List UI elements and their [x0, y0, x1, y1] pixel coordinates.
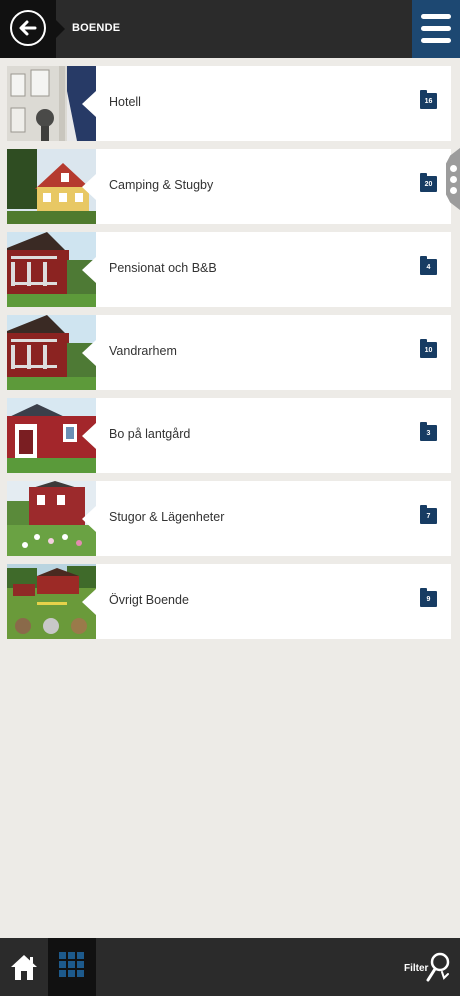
category-list: Hotell 16 Camping & Stugby 20 Pensionat … — [7, 66, 451, 647]
list-item-label: Bo på lantgård — [109, 427, 191, 441]
folder-icon: 16 — [420, 90, 437, 110]
list-item-ovrigt-boende[interactable]: Övrigt Boende 9 — [7, 564, 451, 639]
count-badge: 4 — [420, 259, 437, 275]
count-badge: 7 — [420, 508, 437, 524]
folder-icon: 4 — [420, 256, 437, 276]
folder-icon: 20 — [420, 173, 437, 193]
list-item-label: Övrigt Boende — [109, 593, 189, 607]
count-badge: 16 — [420, 93, 437, 109]
list-item-bo-pa-lantgard[interactable]: Bo på lantgård 3 — [7, 398, 451, 473]
count-badge: 20 — [420, 176, 437, 192]
home-button[interactable] — [0, 938, 48, 996]
grid-view-button[interactable] — [48, 938, 96, 996]
list-item-stugor-lagenheter[interactable]: Stugor & Lägenheter 7 — [7, 481, 451, 556]
list-item-label: Camping & Stugby — [109, 178, 214, 192]
page-title: BOENDE — [72, 22, 121, 34]
home-icon — [11, 955, 37, 980]
list-item-label: Stugor & Lägenheter — [109, 510, 225, 524]
list-item-label: Pensionat och B&B — [109, 261, 217, 275]
header-notch — [56, 20, 65, 38]
list-item-label: Hotell — [109, 95, 141, 109]
list-item-hotell[interactable]: Hotell 16 — [7, 66, 451, 141]
folder-icon: 9 — [420, 588, 437, 608]
top-bar: BOENDE — [0, 0, 460, 58]
bottom-bar: Filter — [0, 938, 460, 996]
filter-search-icon[interactable] — [426, 952, 452, 982]
list-item-pensionat[interactable]: Pensionat och B&B 4 — [7, 232, 451, 307]
folder-icon: 10 — [420, 339, 437, 359]
list-item-label: Vandrarhem — [109, 344, 177, 358]
filter-label[interactable]: Filter — [404, 963, 428, 974]
count-badge: 10 — [420, 342, 437, 358]
list-item-camping-stugby[interactable]: Camping & Stugby 20 — [7, 149, 451, 224]
arrow-left-icon — [10, 10, 46, 46]
folder-icon: 7 — [420, 505, 437, 525]
count-badge: 9 — [420, 591, 437, 607]
back-button[interactable] — [0, 0, 56, 58]
count-badge: 3 — [420, 425, 437, 441]
list-item-vandrarhem[interactable]: Vandrarhem 10 — [7, 315, 451, 390]
folder-icon: 3 — [420, 422, 437, 442]
menu-button[interactable] — [412, 0, 460, 58]
